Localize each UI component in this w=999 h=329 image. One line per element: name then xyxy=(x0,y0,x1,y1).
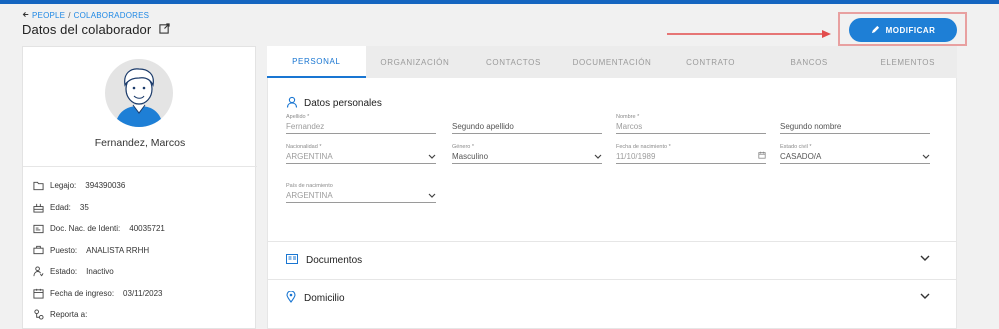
avatar xyxy=(105,59,173,127)
accordion-title: Domicilio xyxy=(304,293,345,304)
profile-card: Fernandez, Marcos Legajo: 394390036 Edad… xyxy=(22,46,257,329)
field-value: Fernandez xyxy=(286,122,325,131)
pencil-icon xyxy=(871,25,880,36)
chevron-down-icon xyxy=(594,151,602,163)
field-placeholder: Segundo apellido xyxy=(452,122,514,131)
calendar-icon[interactable] xyxy=(758,151,766,163)
annotation-arrow xyxy=(667,30,831,38)
accordion-documentos[interactable]: Documentos xyxy=(268,241,956,279)
info-fecha-ingreso: Fecha de ingreso: 03/11/2023 xyxy=(33,283,165,305)
field-value: 11/10/1989 xyxy=(616,152,656,161)
chevron-down-icon xyxy=(428,151,436,163)
info-label: Legajo: xyxy=(50,181,77,191)
field-value: Marcos xyxy=(616,122,643,131)
breadcrumb-people[interactable]: PEOPLE xyxy=(32,11,65,20)
person-status-icon xyxy=(33,266,44,277)
chevron-down-icon xyxy=(428,190,436,202)
field-label: Estado civil * xyxy=(780,144,812,150)
info-reporta-a: Reporta a: xyxy=(33,304,165,326)
field-label: Nombre * xyxy=(616,114,640,120)
info-puesto: Puesto: ANALISTA RRHH xyxy=(33,240,165,262)
top-accent-bar xyxy=(0,0,999,4)
field-value: CASADO/A xyxy=(780,152,822,161)
tab-documentacion[interactable]: DOCUMENTACIÓN xyxy=(563,46,662,78)
chevron-down-icon xyxy=(920,292,930,303)
calendar-icon xyxy=(33,288,44,299)
accordion-domicilio[interactable]: Domicilio xyxy=(268,279,956,317)
info-label: Puesto: xyxy=(50,245,78,255)
info-value: 03/11/2023 xyxy=(123,288,163,298)
folder-icon xyxy=(33,180,44,191)
personal-panel: Datos personales Apellido * Fernandez Se… xyxy=(267,78,957,329)
breadcrumb-colaboradores[interactable]: COLABORADORES xyxy=(74,11,150,20)
employee-info-list: Legajo: 394390036 Edad: 35 Doc. Nac. de … xyxy=(33,175,165,326)
fecha-nacimiento-field[interactable]: Fecha de nacimiento * 11/10/1989 xyxy=(616,144,766,164)
info-edad: Edad: 35 xyxy=(33,197,165,219)
info-value: 40035721 xyxy=(129,224,165,234)
tab-contrato[interactable]: CONTRATO xyxy=(661,46,760,78)
breadcrumb-separator: / xyxy=(68,11,71,20)
tab-personal[interactable]: PERSONAL xyxy=(267,46,366,78)
info-value: 394390036 xyxy=(85,181,126,191)
segundo-nombre-field[interactable]: Segundo nombre xyxy=(780,114,930,134)
field-label: Apellido * xyxy=(286,114,310,120)
nombre-field[interactable]: Nombre * Marcos xyxy=(616,114,766,134)
info-label: Reporta a: xyxy=(50,310,88,320)
info-value: Inactivo xyxy=(86,267,114,277)
genero-select[interactable]: Género * Masculino xyxy=(452,144,602,164)
apellido-field[interactable]: Apellido * Fernandez xyxy=(286,114,436,134)
employee-name: Fernandez, Marcos xyxy=(94,137,186,149)
field-label: Nacionalidad * xyxy=(286,144,322,150)
page-title-text: Datos del colaborador xyxy=(22,22,152,37)
tab-contactos[interactable]: CONTACTOS xyxy=(464,46,563,78)
card-divider xyxy=(23,166,257,167)
section-datos-personales: Datos personales xyxy=(286,96,382,111)
document-card-icon xyxy=(286,254,298,267)
pais-nacimiento-select[interactable]: País de nacimiento ARGENTINA xyxy=(286,183,436,203)
info-value: ANALISTA RRHH xyxy=(86,245,150,255)
briefcase-icon xyxy=(33,245,44,256)
estado-civil-select[interactable]: Estado civil * CASADO/A xyxy=(780,144,930,164)
chevron-down-icon xyxy=(920,254,930,265)
tab-organizacion[interactable]: ORGANIZACIÓN xyxy=(366,46,465,78)
page-title: Datos del colaborador xyxy=(22,22,170,37)
nacionalidad-select[interactable]: Nacionalidad * ARGENTINA xyxy=(286,144,436,164)
field-placeholder: Segundo nombre xyxy=(780,122,842,131)
field-label: Género * xyxy=(452,144,475,150)
field-value: ARGENTINA xyxy=(286,191,333,200)
field-label: País de nacimiento xyxy=(286,183,333,189)
tab-bar: PERSONAL ORGANIZACIÓN CONTACTOS DOCUMENT… xyxy=(267,46,957,78)
info-label: Estado: xyxy=(50,267,78,277)
field-label: Fecha de nacimiento * xyxy=(616,144,671,150)
location-pin-icon xyxy=(286,290,296,306)
tab-elementos[interactable]: ELEMENTOS xyxy=(858,46,957,78)
info-dni: Doc. Nac. de Identi: 40035721 xyxy=(33,218,165,240)
info-label: Fecha de ingreso: xyxy=(50,288,115,298)
info-label: Edad: xyxy=(50,202,71,212)
modify-button-label: MODIFICAR xyxy=(885,25,936,35)
info-legajo: Legajo: 394390036 xyxy=(33,175,165,197)
cake-icon xyxy=(33,202,44,213)
arrow-left-icon[interactable] xyxy=(22,11,29,20)
id-card-icon xyxy=(33,223,44,234)
field-value: ARGENTINA xyxy=(286,152,333,161)
modify-button[interactable]: MODIFICAR xyxy=(849,18,957,42)
org-chart-icon xyxy=(33,309,44,320)
info-estado: Estado: Inactivo xyxy=(33,261,165,283)
open-external-icon[interactable] xyxy=(159,22,170,37)
info-label: Doc. Nac. de Identi: xyxy=(50,224,121,234)
breadcrumb: PEOPLE / COLABORADORES xyxy=(22,11,149,20)
person-icon xyxy=(286,96,298,111)
chevron-down-icon xyxy=(922,151,930,163)
info-value: 35 xyxy=(79,202,89,212)
field-value: Masculino xyxy=(452,152,489,161)
accordion-title: Documentos xyxy=(306,255,363,266)
tab-bancos[interactable]: BANCOS xyxy=(760,46,859,78)
section-title-text: Datos personales xyxy=(304,98,382,109)
segundo-apellido-field[interactable]: Segundo apellido xyxy=(452,114,602,134)
